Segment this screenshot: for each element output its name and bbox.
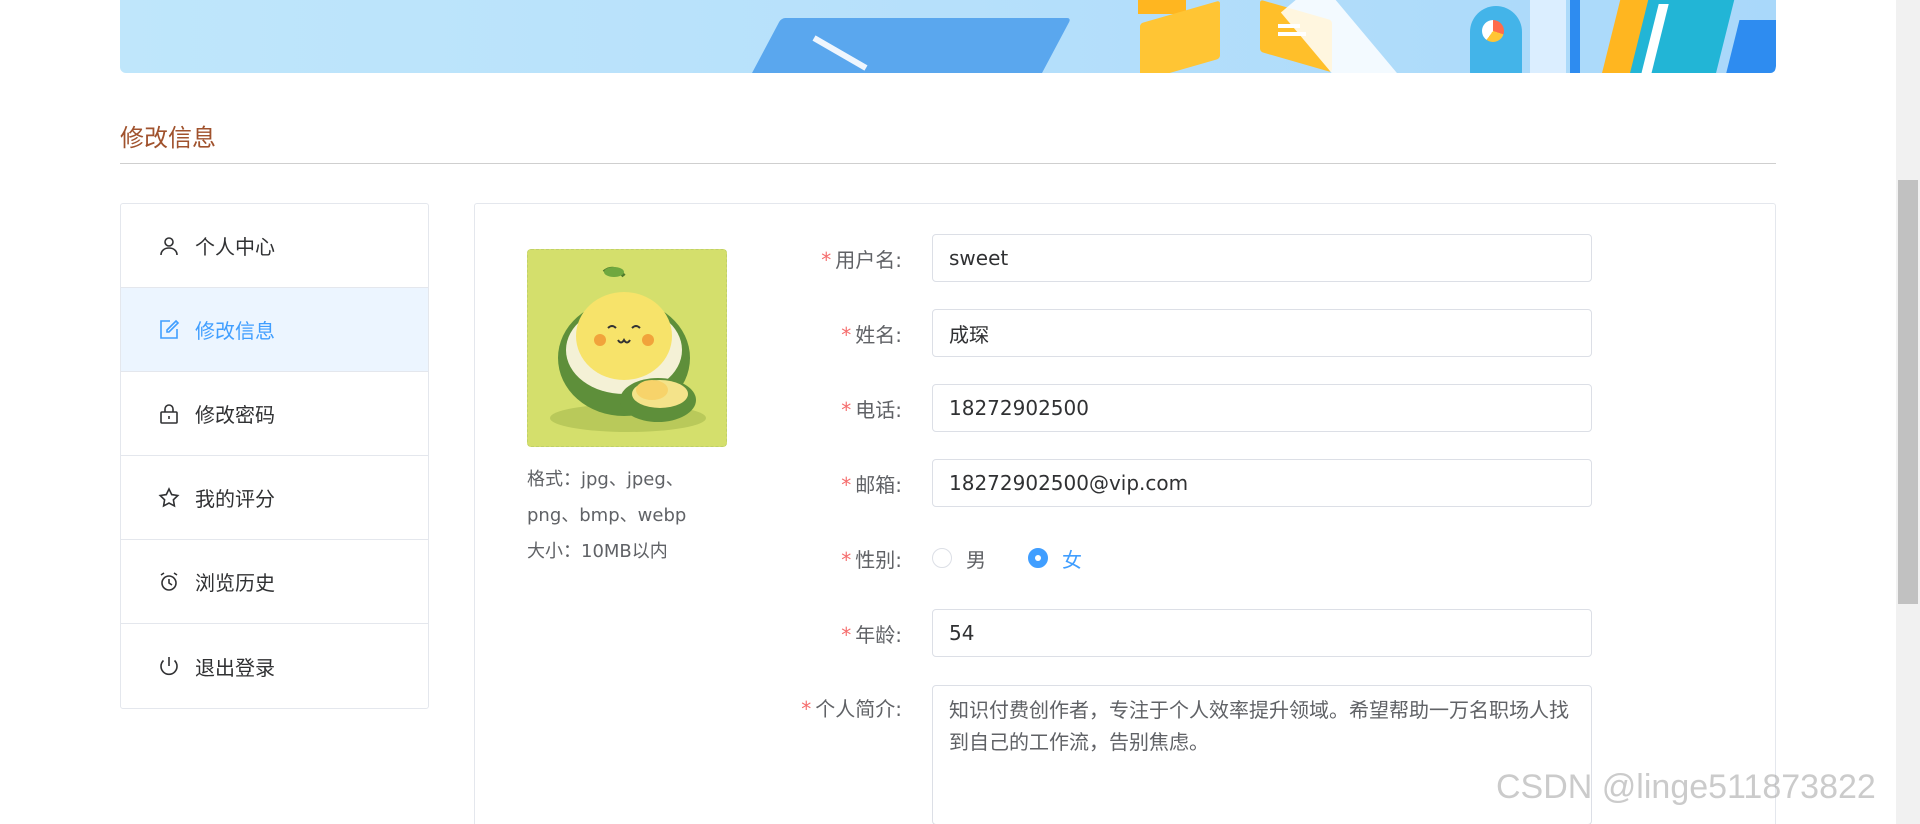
top-banner — [120, 0, 1776, 73]
gender-radio-male[interactable]: 男 — [932, 544, 986, 573]
avatar-uploader[interactable] — [527, 249, 727, 447]
profile-menu: 个人中心 修改信息 修改密码 我的评分 浏览历史 退出登录 — [120, 203, 429, 709]
required-mark: * — [841, 397, 852, 422]
banner-pie-icon — [1482, 20, 1504, 42]
banner-bar — [1570, 0, 1580, 73]
avatar-upload-hint: 格式：jpg、jpeg、 png、bmp、webp 大小：10MB以内 — [527, 462, 727, 570]
radio-circle-selected[interactable] — [1028, 548, 1048, 568]
section-title: 修改信息 — [120, 124, 216, 152]
form-row-gender: * 性别: 男 女 — [760, 534, 1124, 582]
email-input[interactable] — [932, 459, 1592, 507]
required-mark: * — [821, 247, 832, 272]
menu-item-label: 修改信息 — [195, 319, 275, 343]
required-mark: * — [841, 547, 852, 572]
gender-radio-female[interactable]: 女 — [1028, 544, 1082, 573]
required-mark: * — [841, 322, 852, 347]
phone-input[interactable] — [932, 384, 1592, 432]
name-label: * 姓名: — [841, 322, 902, 347]
page-scrollbar-thumb[interactable] — [1898, 180, 1918, 604]
avatar-hint-format-cont: png、bmp、webp — [527, 505, 687, 526]
required-mark: * — [841, 472, 852, 497]
form-row-email: * 邮箱: — [760, 459, 1592, 507]
star-icon — [157, 486, 181, 510]
section-divider — [120, 163, 1776, 164]
username-label: * 用户名: — [821, 247, 902, 272]
form-row-phone: * 电话: — [760, 384, 1592, 432]
menu-item-browse-history[interactable]: 浏览历史 — [121, 540, 428, 624]
menu-item-logout[interactable]: 退出登录 — [121, 624, 428, 708]
form-row-name: * 姓名: — [760, 309, 1592, 357]
menu-item-my-ratings[interactable]: 我的评分 — [121, 456, 428, 540]
bio-label: * 个人简介: — [801, 697, 902, 721]
csdn-watermark: CSDN @linge511873822 — [1496, 768, 1876, 806]
avatar-hint-size: 大小：10MB以内 — [527, 541, 668, 562]
radio-circle[interactable] — [932, 548, 952, 568]
phone-label: * 电话: — [841, 397, 902, 422]
email-label: * 邮箱: — [841, 472, 902, 497]
menu-item-label: 个人中心 — [195, 235, 275, 259]
menu-item-profile-center[interactable]: 个人中心 — [121, 204, 428, 288]
edit-icon — [157, 318, 181, 342]
menu-item-label: 浏览历史 — [195, 571, 275, 595]
form-row-bio: * 个人简介: 知识付费创作者，专注于个人效率提升领域。希望帮助一万名职场人找到自… — [760, 685, 1592, 824]
username-input[interactable] — [932, 234, 1592, 282]
age-input[interactable] — [932, 609, 1592, 657]
gender-radio-group: 男 女 — [932, 534, 1124, 582]
power-icon — [157, 654, 181, 678]
name-input[interactable] — [932, 309, 1592, 357]
lock-icon — [157, 402, 181, 426]
banner-book-illustration — [738, 18, 1072, 73]
banner-panel — [1530, 0, 1566, 73]
form-row-username: * 用户名: — [760, 234, 1592, 282]
bio-textarea[interactable]: 知识付费创作者，专注于个人效率提升领域。希望帮助一万名职场人找到自己的工作流，告… — [932, 685, 1592, 824]
user-icon — [157, 234, 181, 258]
menu-item-label: 退出登录 — [195, 655, 275, 680]
age-label: * 年龄: — [841, 622, 902, 647]
required-mark: * — [801, 697, 812, 721]
form-row-age: * 年龄: — [760, 609, 1592, 657]
required-mark: * — [841, 622, 852, 647]
menu-item-change-password[interactable]: 修改密码 — [121, 372, 428, 456]
gender-label: * 性别: — [841, 547, 902, 572]
alarm-clock-icon — [157, 570, 181, 594]
avatar-image — [528, 250, 726, 446]
menu-item-edit-info[interactable]: 修改信息 — [121, 288, 428, 372]
avatar-hint-format: 格式：jpg、jpeg、 — [527, 469, 684, 490]
menu-item-label: 修改密码 — [195, 403, 275, 427]
menu-item-label: 我的评分 — [195, 487, 275, 511]
banner-book — [1724, 20, 1776, 73]
